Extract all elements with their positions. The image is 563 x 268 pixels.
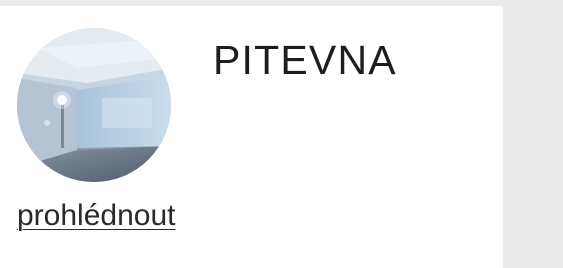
room-thumbnail[interactable] (17, 28, 171, 182)
room-title: PITEVNA (213, 37, 397, 83)
gallery-card: PITEVNA prohlédnout (0, 6, 503, 268)
view-link[interactable]: prohlédnout (17, 201, 175, 231)
room-photo-image (17, 28, 171, 182)
